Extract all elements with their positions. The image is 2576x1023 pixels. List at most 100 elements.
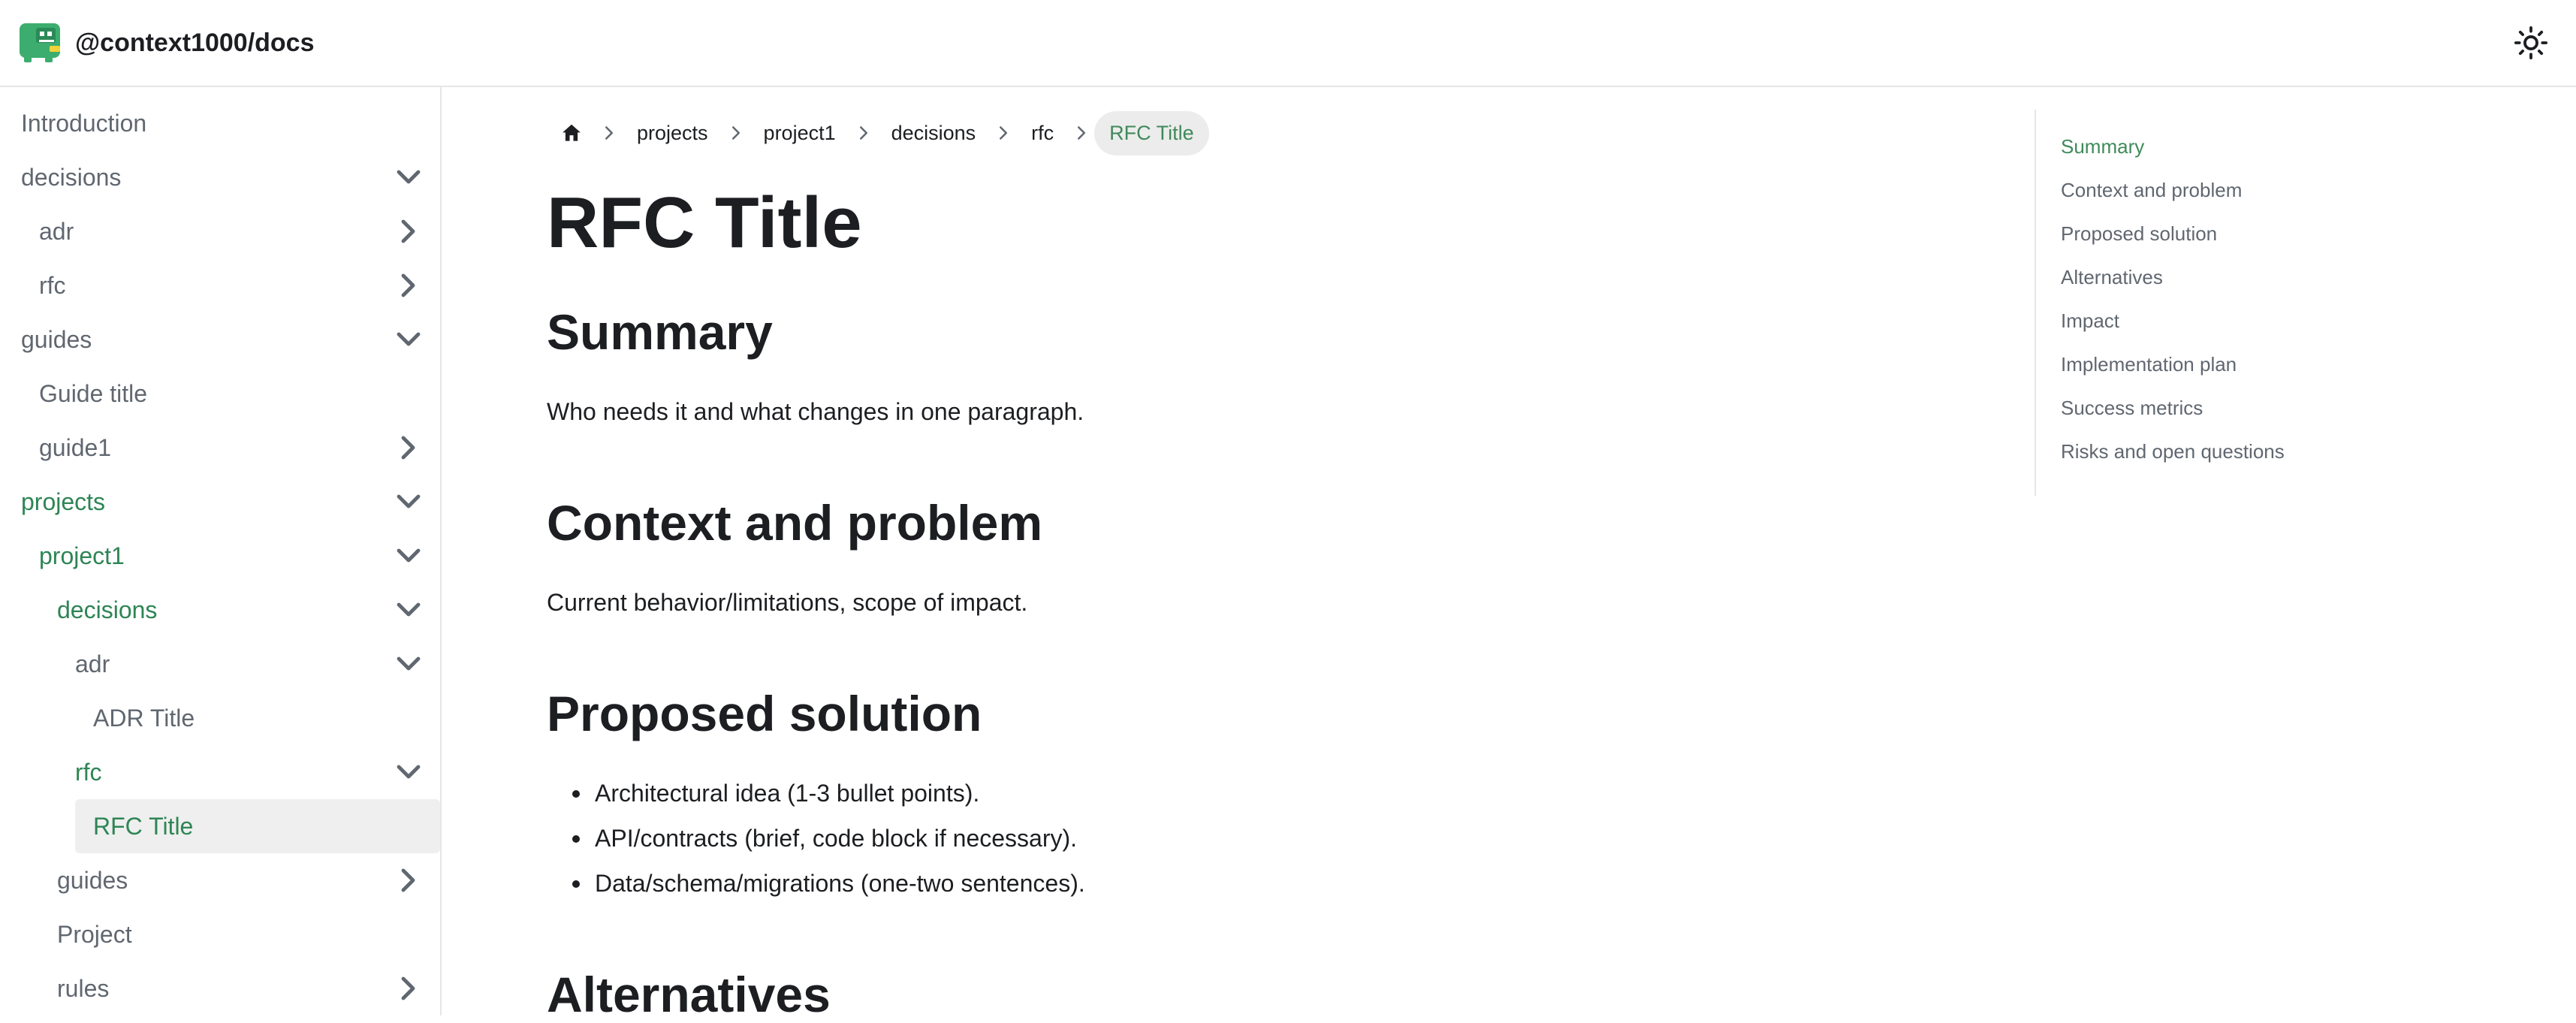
sidebar-collapse-toggle[interactable] bbox=[389, 596, 428, 623]
sidebar-item-adr[interactable]: adr bbox=[0, 204, 440, 258]
chevron-down-icon bbox=[397, 170, 421, 184]
sidebar-collapse-toggle[interactable] bbox=[389, 488, 428, 515]
toc-link[interactable]: Alternatives bbox=[2061, 266, 2163, 288]
sidebar-menu-item: rfc bbox=[0, 745, 440, 799]
breadcrumb-home[interactable] bbox=[547, 111, 596, 155]
solution-list: Architectural idea (1-3 bullet points). … bbox=[547, 771, 1085, 906]
sidebar-item-label: Project bbox=[57, 920, 132, 948]
sidebar-item-label: ADR Title bbox=[93, 704, 195, 732]
home-icon bbox=[563, 124, 581, 141]
list-item: Data/schema/migrations (one-two sentence… bbox=[547, 861, 1085, 906]
breadcrumb-current: RFC Title bbox=[1094, 110, 1209, 155]
docs-sidebar: Introduction decisions adr rfc guides Guide t… bbox=[0, 87, 442, 1015]
chevron-right-icon bbox=[401, 219, 415, 243]
sidebar-item-project1[interactable]: project1 bbox=[0, 529, 440, 583]
top-navbar: @context1000/docs bbox=[0, 0, 2576, 87]
sidebar-collapse-toggle[interactable] bbox=[389, 867, 428, 894]
brand-title: @context1000/docs bbox=[75, 28, 315, 57]
breadcrumb: projects project1 decisions rfc RFC Title bbox=[547, 110, 1209, 156]
brand-link[interactable]: @context1000/docs bbox=[17, 20, 315, 65]
chevron-down-icon bbox=[397, 765, 421, 779]
sidebar-item-guide1[interactable]: guide1 bbox=[0, 421, 440, 475]
chevron-right-icon bbox=[401, 976, 415, 1000]
sidebar-item-label: guide1 bbox=[39, 433, 112, 461]
sidebar-collapse-toggle[interactable] bbox=[389, 650, 428, 677]
list-item: API/contracts (brief, code block if nece… bbox=[547, 816, 1085, 861]
sidebar-item-adr[interactable]: adr bbox=[0, 637, 440, 691]
sidebar-menu-item: decisions bbox=[0, 583, 440, 637]
sidebar-item-rules[interactable]: rules bbox=[0, 961, 440, 1015]
sidebar-menu: Introduction decisions adr rfc guides Guide t… bbox=[0, 87, 440, 1015]
sidebar-menu-item: Project bbox=[0, 907, 440, 961]
sidebar-menu-item: adr bbox=[0, 204, 440, 258]
sidebar-item-rfc-title[interactable]: RFC Title bbox=[75, 799, 440, 853]
sidebar-item-guides[interactable]: guides bbox=[0, 312, 440, 367]
proposed-solution-heading: Proposed solution bbox=[547, 686, 982, 741]
main-content: projects project1 decisions rfc RFC Title RF… bbox=[442, 87, 2035, 1022]
sidebar-item-label: adr bbox=[39, 217, 74, 245]
sidebar-item-projects[interactable]: projects bbox=[0, 475, 440, 529]
chevron-down-icon bbox=[397, 494, 421, 508]
sidebar-collapse-toggle[interactable] bbox=[389, 975, 428, 1002]
sidebar-menu-item: rules bbox=[0, 961, 440, 1015]
sidebar-menu-item: project1 bbox=[0, 529, 440, 583]
sidebar-menu-item: RFC Title bbox=[0, 799, 440, 853]
breadcrumb-separator bbox=[1069, 120, 1094, 146]
chevron-down-icon bbox=[397, 332, 421, 346]
sidebar-collapse-toggle[interactable] bbox=[389, 164, 428, 191]
breadcrumb-link[interactable]: rfc bbox=[1016, 111, 1069, 155]
sidebar-item-rfc[interactable]: rfc bbox=[0, 745, 440, 799]
sidebar-menu-item: decisions bbox=[0, 150, 440, 204]
sidebar-item-label: rfc bbox=[39, 271, 66, 299]
sidebar-item-guide-title[interactable]: Guide title bbox=[0, 367, 440, 421]
sidebar-item-label: projects bbox=[21, 487, 106, 515]
toc-link[interactable]: Success metrics bbox=[2061, 397, 2203, 419]
context-heading: Context and problem bbox=[547, 495, 1043, 551]
chevron-right-icon bbox=[731, 126, 740, 140]
breadcrumb-link[interactable]: projects bbox=[622, 111, 723, 155]
breadcrumb-separator bbox=[596, 120, 622, 146]
sidebar-collapse-toggle[interactable] bbox=[389, 759, 428, 786]
theme-toggle-button[interactable] bbox=[2507, 19, 2555, 67]
chevron-right-icon bbox=[401, 436, 415, 460]
breadcrumb-link[interactable]: project1 bbox=[749, 111, 851, 155]
sidebar-menu-item: projects bbox=[0, 475, 440, 529]
sidebar-collapse-toggle[interactable] bbox=[389, 326, 428, 353]
chevron-right-icon bbox=[401, 868, 415, 892]
sidebar-collapse-toggle[interactable] bbox=[389, 542, 428, 569]
sidebar-item-introduction[interactable]: Introduction bbox=[0, 96, 440, 150]
sidebar-item-guides[interactable]: guides bbox=[0, 853, 440, 907]
toc-link[interactable]: Context and problem bbox=[2061, 179, 2242, 201]
toc-link[interactable]: Proposed solution bbox=[2061, 222, 2217, 245]
chevron-right-icon bbox=[1078, 126, 1086, 140]
toc-item: Summary bbox=[2061, 129, 2350, 173]
sidebar-collapse-toggle[interactable] bbox=[389, 272, 428, 299]
toc-link[interactable]: Risks and open questions bbox=[2061, 440, 2285, 463]
sidebar-item-project[interactable]: Project bbox=[0, 907, 440, 961]
breadcrumb-link[interactable]: decisions bbox=[876, 111, 991, 155]
sidebar-item-label: rfc bbox=[75, 758, 102, 786]
toc-link[interactable]: Summary bbox=[2061, 135, 2144, 158]
dino-logo-icon bbox=[20, 23, 60, 62]
table-of-contents: Summary Context and problem Proposed solut… bbox=[2035, 110, 2350, 496]
toc-item: Impact bbox=[2061, 303, 2350, 347]
page-title: RFC Title bbox=[547, 183, 862, 263]
sidebar-item-label: decisions bbox=[57, 596, 158, 623]
toc-link[interactable]: Impact bbox=[2061, 309, 2119, 332]
toc-item: Success metrics bbox=[2061, 391, 2350, 434]
sidebar-item-decisions[interactable]: decisions bbox=[0, 150, 440, 204]
toc-item: Implementation plan bbox=[2061, 347, 2350, 391]
sidebar-menu-item: Introduction bbox=[0, 96, 440, 150]
sidebar-item-decisions[interactable]: decisions bbox=[0, 583, 440, 637]
toc-link[interactable]: Implementation plan bbox=[2061, 353, 2237, 376]
sidebar-collapse-toggle[interactable] bbox=[389, 218, 428, 245]
chevron-down-icon bbox=[397, 548, 421, 563]
chevron-right-icon bbox=[859, 126, 867, 140]
summary-heading: Summary bbox=[547, 304, 773, 360]
alternatives-heading: Alternatives bbox=[547, 967, 831, 1022]
sidebar-item-adr-title[interactable]: ADR Title bbox=[0, 691, 440, 745]
sidebar-collapse-toggle[interactable] bbox=[389, 434, 428, 461]
sidebar-item-label: guides bbox=[21, 325, 92, 353]
toc-item: Context and problem bbox=[2061, 173, 2350, 216]
sidebar-item-rfc[interactable]: rfc bbox=[0, 258, 440, 312]
